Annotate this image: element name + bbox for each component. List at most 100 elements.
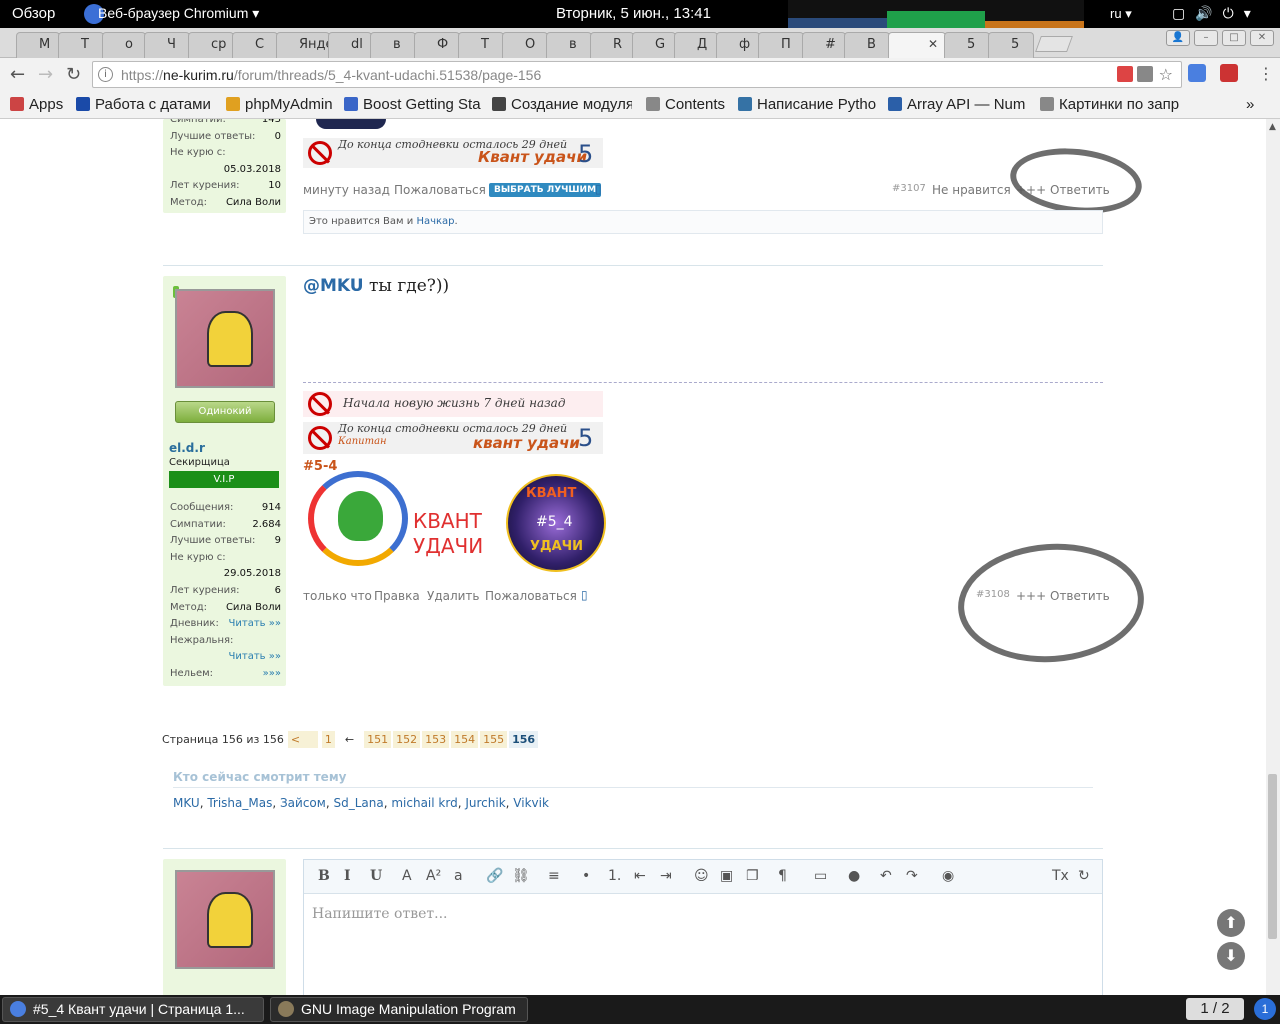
bookmark-item[interactable]: Contents [646,96,725,113]
maximize-button[interactable]: □ [1222,30,1246,46]
app-menu[interactable]: Веб-браузер Chromium ▾ [84,4,259,24]
browser-tab[interactable]: G [632,32,676,58]
translate-icon[interactable] [1137,66,1153,82]
page-link[interactable]: 156 [509,731,539,748]
pagination-gap[interactable]: ← [339,733,360,746]
browser-tab[interactable]: в [546,32,592,58]
bookmarks-overflow[interactable]: » [1246,96,1254,113]
minimize-button[interactable]: – [1194,30,1218,46]
system-tray[interactable]: ▢ 🔊 ⏻ ▾ [1172,5,1251,22]
likes-user-link[interactable]: Начкар [416,216,454,227]
user-stat-value[interactable]: Читать »» [229,618,281,629]
notification-badge[interactable]: 1 [1254,998,1276,1020]
undo-icon[interactable]: ↶ [880,868,892,884]
font-color-icon[interactable]: A [402,868,412,884]
workspace-indicator[interactable]: 1 / 2 [1186,998,1244,1020]
username[interactable]: el.d.r [169,441,205,455]
outdent-icon[interactable]: ⇤ [634,868,646,884]
scroll-up-arrow[interactable]: ▲ [1269,122,1276,132]
font-size-icon[interactable]: A² [426,868,441,884]
smilies-icon[interactable]: ☺ [694,868,709,884]
browser-tab[interactable]: Ф [414,32,460,58]
watcher-link[interactable]: Sd_Lana [333,796,383,810]
media-icon[interactable]: ❐ [746,868,759,884]
bookmark-icon[interactable]: ▯ [595,182,602,196]
site-info-icon[interactable]: i [98,67,113,82]
quote-icon[interactable]: ¶ [778,868,787,884]
user-mention-link[interactable]: @MKU [303,276,364,296]
tab-close-icon[interactable]: ✕ [928,37,938,51]
browser-tab[interactable]: В [844,32,890,58]
browser-tab[interactable]: R [590,32,634,58]
unlink-icon[interactable]: ⛓ [512,868,530,884]
remove-format-icon[interactable]: Tx [1052,868,1069,884]
page-link[interactable]: 153 [422,731,450,748]
indent-icon[interactable]: ⇥ [660,868,672,884]
bullet-list-icon[interactable]: • [582,868,590,884]
bookmark-item[interactable]: phpMyAdmin [226,96,333,113]
font-family-icon[interactable]: a [454,868,463,884]
keyboard-layout[interactable]: ru ▾ [1110,6,1132,22]
browser-tab[interactable]: С [232,32,278,58]
page-link[interactable]: 152 [393,731,421,748]
browser-tab[interactable]: # [802,32,846,58]
reload-button[interactable]: ↻ [66,64,81,85]
bookmark-star-icon[interactable]: ☆ [1159,65,1173,84]
watcher-link[interactable]: Jurchik [465,796,505,810]
avatar[interactable] [175,289,275,388]
user-stat-value[interactable]: Читать »» [229,651,281,662]
close-window-button[interactable]: ✕ [1250,30,1274,46]
bookmark-item[interactable]: Apps [10,96,63,113]
report-link[interactable]: Пожаловаться [394,183,486,197]
address-bar[interactable]: i https://ne-kurim.ru/forum/threads/5_4-… [92,61,1182,88]
back-button[interactable]: ← [10,64,25,85]
browser-tab[interactable]: Д [674,32,718,58]
delete-link[interactable]: Удалить [427,589,480,603]
new-tab-button[interactable] [1035,36,1073,52]
bookmark-item[interactable]: Создание модуля [492,96,632,113]
browser-tab[interactable]: Т [458,32,504,58]
page-link-first[interactable]: 1 [321,731,335,748]
user-icon[interactable]: ● [848,868,860,884]
redo-icon[interactable]: ↷ [906,868,918,884]
bookmark-item[interactable]: Работа с датами [76,96,211,113]
browser-tab[interactable]: О [502,32,548,58]
image-icon[interactable]: ▣ [720,868,733,884]
forward-button[interactable]: → [38,64,53,85]
post-time[interactable]: только что [303,589,372,603]
page-link[interactable]: 155 [480,731,508,748]
blocked-popup-icon[interactable] [1117,66,1133,82]
bookmark-icon[interactable]: ▯ [581,588,588,602]
scrollbar-thumb[interactable] [1268,774,1277,939]
restore-draft-icon[interactable]: ↻ [1078,868,1090,884]
bookmark-item[interactable]: Картинки по запр [1040,96,1179,113]
taskbar-window-button[interactable]: GNU Image Manipulation Program [270,997,528,1022]
system-monitor-graphs[interactable] [788,0,1085,28]
link-icon[interactable]: 🔗 [486,868,503,884]
bookmark-item[interactable]: Array API — Num [888,96,1025,113]
align-icon[interactable]: ≡ [548,868,560,884]
browser-tab[interactable]: Янде [276,32,330,58]
best-answer-button[interactable]: ВЫБРАТЬ ЛУЧШИМ [489,183,602,197]
browser-tab[interactable]: 5 [988,32,1034,58]
watcher-link[interactable]: Trisha_Mas [207,796,272,810]
page-scrollbar[interactable]: ▲ [1266,119,1280,995]
menu-icon[interactable]: ⋮ [1258,64,1274,83]
browser-tab[interactable]: ф [716,32,760,58]
browser-tab[interactable]: П [758,32,804,58]
extension-badge-icon[interactable] [1220,64,1238,82]
prev-page-button[interactable]: < [287,731,318,748]
browser-tab[interactable]: o [102,32,146,58]
watcher-link[interactable]: Зайсом [280,796,326,810]
translate-extension-icon[interactable] [1188,64,1206,82]
browser-tab[interactable]: 5 [944,32,990,58]
edit-link[interactable]: Правка [374,589,420,603]
dislike-link[interactable]: Не нравится [932,183,1011,197]
activities-button[interactable]: Обзор [12,5,55,22]
post-time[interactable]: минуту назад [303,183,390,197]
user-stat-value[interactable]: »»» [263,668,281,679]
browser-tab[interactable]: Ч [144,32,190,58]
reply-input[interactable]: Напишите ответ... [312,906,447,922]
camera-icon[interactable]: ◉ [942,868,954,884]
scroll-bottom-button[interactable]: ⬇ [1217,942,1245,970]
